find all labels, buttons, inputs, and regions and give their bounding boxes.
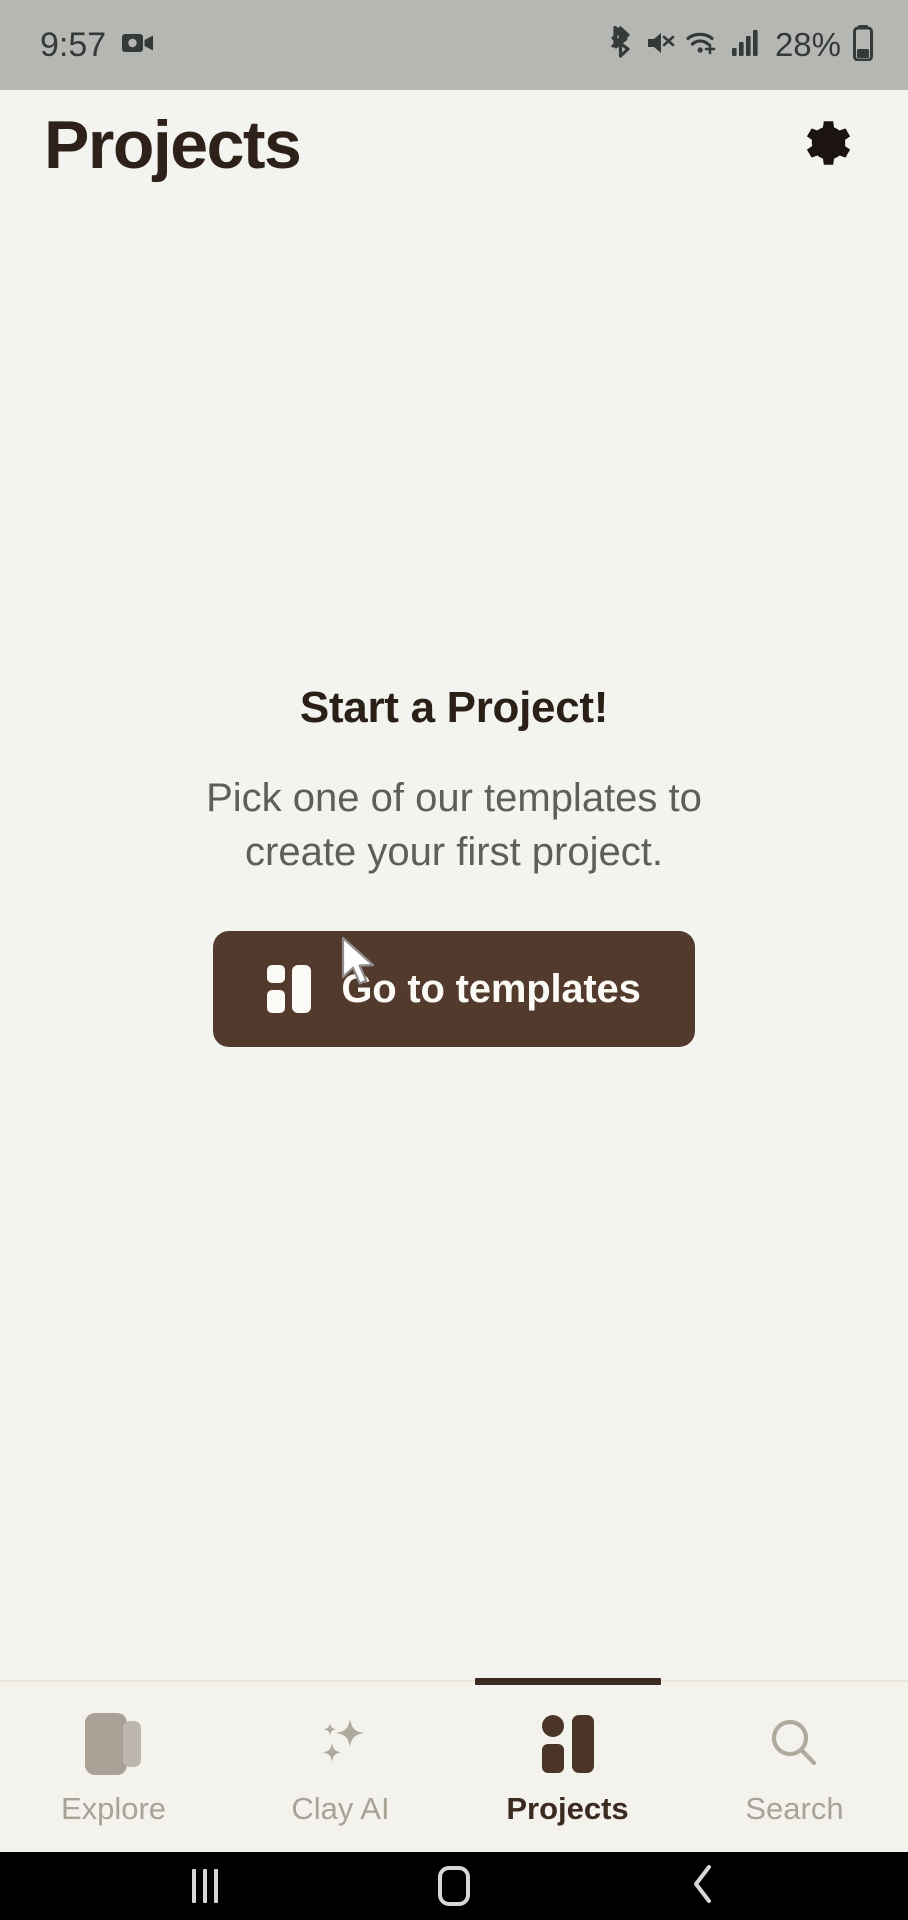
nav-tab-clay-ai[interactable]: Clay AI xyxy=(227,1682,454,1852)
bluetooth-icon xyxy=(608,25,634,65)
mute-icon xyxy=(645,28,675,63)
back-button[interactable] xyxy=(658,1852,748,1920)
battery-percent-label: 28% xyxy=(774,26,841,63)
sparkles-icon xyxy=(310,1713,372,1775)
app-header: Projects xyxy=(0,90,908,200)
bottom-navigation-bar: Explore Clay AI Projects Search xyxy=(0,1678,908,1852)
empty-state-container: Start a Project! Pick one of our templat… xyxy=(0,200,908,1680)
status-bar-left: 9:57 xyxy=(40,26,154,65)
nav-label-explore: Explore xyxy=(60,1791,167,1826)
active-indicator xyxy=(474,1678,661,1685)
go-to-templates-label: Go to templates xyxy=(341,966,641,1011)
go-to-templates-button[interactable]: Go to templates xyxy=(213,931,695,1047)
nav-tab-search[interactable]: Search xyxy=(681,1682,908,1852)
empty-state-subtitle: Pick one of our templates to create your… xyxy=(206,776,702,874)
cellular-signal-icon xyxy=(731,29,761,62)
phone-screen: 9:57 28% Projects Start a Project! Pick … xyxy=(0,0,908,1920)
screen-record-icon xyxy=(122,31,154,60)
android-system-nav xyxy=(0,1852,908,1920)
dashboard-layout-icon xyxy=(267,965,312,1013)
nav-label-search: Search xyxy=(745,1791,844,1826)
empty-state-title: Start a Project! xyxy=(299,683,609,732)
back-icon xyxy=(690,1863,716,1910)
search-icon xyxy=(765,1713,825,1775)
nav-tab-explore[interactable]: Explore xyxy=(0,1682,227,1852)
status-bar-right: 28% xyxy=(608,24,874,66)
status-bar-clock: 9:57 xyxy=(40,25,107,64)
cards-stack-icon xyxy=(84,1713,143,1775)
page-title: Projects xyxy=(44,107,302,183)
dashboard-layout-icon xyxy=(541,1713,594,1775)
wifi-icon xyxy=(686,28,720,63)
recents-icon xyxy=(191,1869,218,1903)
settings-button[interactable] xyxy=(794,109,866,181)
nav-label-clay-ai: Clay AI xyxy=(291,1791,390,1826)
status-bar: 9:57 28% xyxy=(0,0,908,90)
nav-tab-projects[interactable]: Projects xyxy=(454,1678,681,1852)
gear-icon xyxy=(801,114,859,177)
home-button[interactable] xyxy=(409,1852,499,1920)
recents-button[interactable] xyxy=(160,1852,250,1920)
nav-label-projects: Projects xyxy=(506,1791,629,1826)
home-icon xyxy=(437,1866,470,1906)
battery-icon xyxy=(852,24,874,66)
